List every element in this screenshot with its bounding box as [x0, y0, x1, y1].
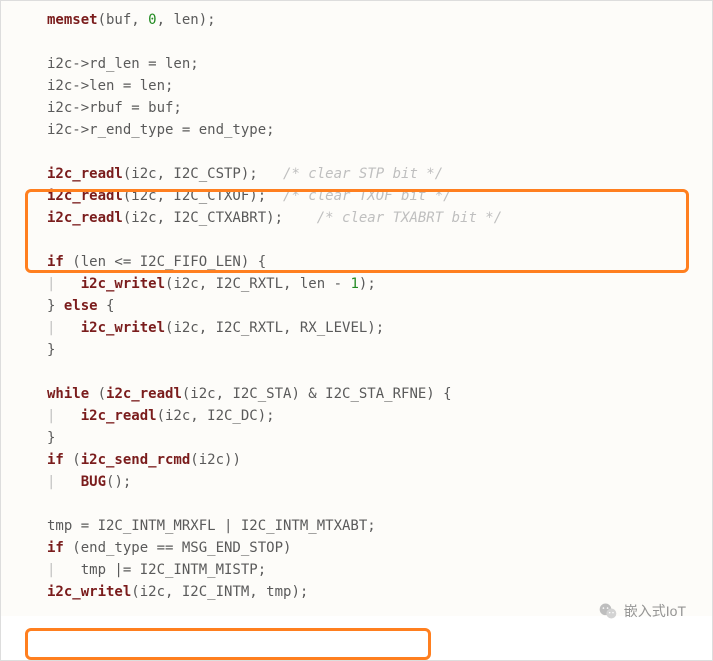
code-token: while [47, 386, 89, 402]
code-token: if [47, 254, 64, 270]
code-token: else [64, 298, 98, 314]
function-call: i2c_readl [47, 210, 123, 226]
code-line: } [47, 430, 55, 446]
function-call: i2c_readl [47, 166, 123, 182]
code-token: 1 [350, 276, 358, 292]
code-token: i2c->r_end_type = end_type; [47, 122, 275, 138]
code-viewer: memset(buf, 0, len); i2c->rd_len = len; … [0, 0, 713, 661]
code-token: (i2c)) [190, 452, 241, 468]
code-line: if (end_type == MSG_END_STOP) [47, 540, 291, 556]
function-call: i2c_readl [47, 188, 123, 204]
code-line: memset(buf, 0, len); [47, 12, 216, 28]
code-token: | [47, 474, 81, 490]
function-call: i2c_writel [81, 320, 165, 336]
code-line: while (i2c_readl(i2c, I2C_STA) & I2C_STA… [47, 386, 452, 402]
watermark: 嵌入式IoT [598, 600, 686, 622]
code-token: ); [359, 276, 376, 292]
code-token: tmp = I2C_INTM_MRXFL | I2C_INTM_MTXABT; [47, 518, 376, 534]
code-line: i2c->len = len; [47, 78, 173, 94]
code-line: | tmp |= I2C_INTM_MISTP; [47, 562, 266, 578]
function-call: i2c_readl [106, 386, 182, 402]
function-call: i2c_writel [81, 276, 165, 292]
code-token: } [47, 430, 55, 446]
code-line: | BUG(); [47, 474, 131, 490]
page-background-strip [1, 616, 712, 660]
code-token: } [47, 342, 55, 358]
code-token: tmp |= I2C_INTM_MISTP; [81, 562, 266, 578]
code-line: tmp = I2C_INTM_MRXFL | I2C_INTM_MTXABT; [47, 518, 376, 534]
code-token: (); [106, 474, 131, 490]
code-token: | [47, 276, 81, 292]
function-call: i2c_writel [47, 584, 131, 600]
code-token: (len <= I2C_FIFO_LEN) { [64, 254, 266, 270]
code-line: } [47, 342, 55, 358]
code-token: if [47, 452, 64, 468]
code-token: (i2c, I2C_RXTL, len - [165, 276, 350, 292]
code-token: | [47, 408, 81, 424]
code-line: i2c->rd_len = len; [47, 56, 199, 72]
code-token: (buf, [98, 12, 149, 28]
comment: /* clear STP bit */ [283, 166, 443, 182]
code-token: (i2c, I2C_RXTL, RX_LEVEL); [165, 320, 384, 336]
code-token: i2c->len = len; [47, 78, 173, 94]
code-line: } else { [47, 298, 114, 314]
code-token: i2c->rbuf = buf; [47, 100, 182, 116]
function-call: i2c_readl [81, 408, 157, 424]
code-token: { [98, 298, 115, 314]
function-call: memset [47, 12, 98, 28]
code-token: (i2c, I2C_CTXOF); [123, 188, 283, 204]
code-line: | i2c_readl(i2c, I2C_DC); [47, 408, 275, 424]
code-line: | i2c_writel(i2c, I2C_RXTL, RX_LEVEL); [47, 320, 384, 336]
code-line: i2c->r_end_type = end_type; [47, 122, 275, 138]
comment: /* clear TXOF bit */ [283, 188, 452, 204]
function-call: i2c_send_rcmd [81, 452, 191, 468]
code-line: i2c_writel(i2c, I2C_INTM, tmp); [47, 584, 308, 600]
code-token: (i2c, I2C_DC); [157, 408, 275, 424]
code-token: (i2c, I2C_INTM, tmp); [131, 584, 308, 600]
code-token: ( [64, 452, 81, 468]
code-token: } [47, 298, 64, 314]
code-token: 0 [148, 12, 156, 28]
code-token: | [47, 320, 81, 336]
code-token: (i2c, I2C_CTXABRT); [123, 210, 317, 226]
wechat-icon [598, 601, 618, 621]
code-line: | i2c_writel(i2c, I2C_RXTL, len - 1); [47, 276, 376, 292]
code-token: ( [89, 386, 106, 402]
code-line: i2c_readl(i2c, I2C_CTXABRT); /* clear TX… [47, 210, 502, 226]
code-line: if (len <= I2C_FIFO_LEN) { [47, 254, 266, 270]
code-line: i2c_readl(i2c, I2C_CTXOF); /* clear TXOF… [47, 188, 452, 204]
function-call: BUG [81, 474, 106, 490]
code-token: | [47, 562, 81, 578]
code-line: i2c->rbuf = buf; [47, 100, 182, 116]
code-line: i2c_readl(i2c, I2C_CSTP); /* clear STP b… [47, 166, 443, 182]
code-token: (i2c, I2C_STA) & I2C_STA_RFNE) { [182, 386, 452, 402]
code-token: (i2c, I2C_CSTP); [123, 166, 283, 182]
code-token: i2c->rd_len = len; [47, 56, 199, 72]
code-line: if (i2c_send_rcmd(i2c)) [47, 452, 241, 468]
code-token: (end_type == MSG_END_STOP) [64, 540, 292, 556]
code-token: , len); [157, 12, 216, 28]
comment: /* clear TXABRT bit */ [317, 210, 502, 226]
watermark-text: 嵌入式IoT [624, 600, 686, 622]
code-block: memset(buf, 0, len); i2c->rd_len = len; … [1, 1, 712, 611]
code-token: if [47, 540, 64, 556]
